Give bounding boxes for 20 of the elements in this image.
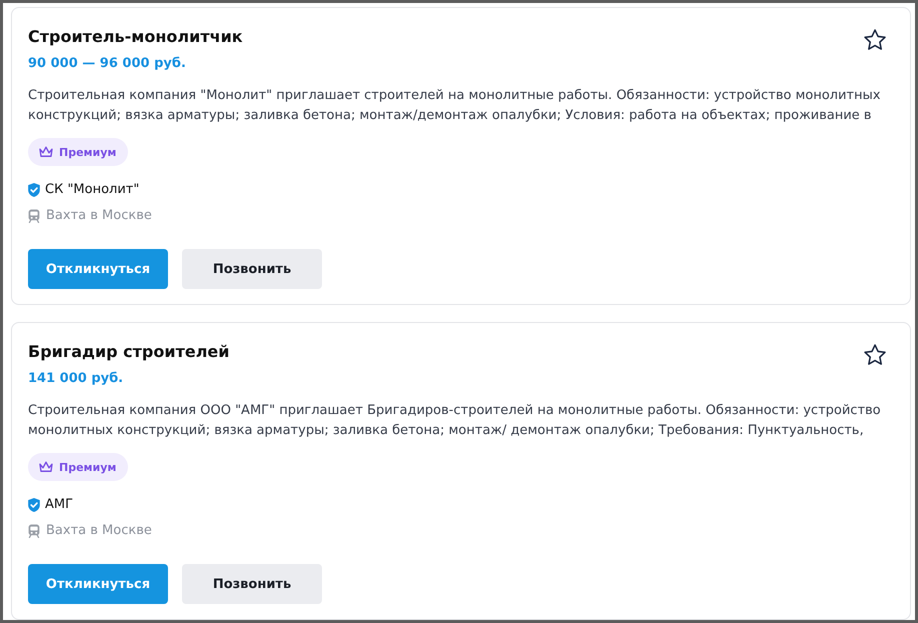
- star-icon[interactable]: [864, 29, 886, 50]
- call-button[interactable]: Позвонить: [182, 564, 322, 604]
- vacancy-title[interactable]: Бригадир строителей: [28, 341, 230, 363]
- vacancy-description: Строительная компания ООО "АМГ" приглашает Бригадиров-строителей на монолитные работы. Обязанности: устройство монолитных конструкций; вязка арматуры; заливка бетона; монтаж/ демонтаж опалубки; Требования: Пунктуальность,: [28, 402, 882, 440]
- call-button[interactable]: Позвонить: [182, 249, 322, 289]
- train-icon: [28, 209, 40, 223]
- location-text: Вахта в Москве: [46, 207, 152, 225]
- salary-text: 141 000 руб.: [28, 370, 124, 388]
- crown-icon: [39, 146, 53, 158]
- crown-icon: [39, 461, 53, 473]
- company-name[interactable]: СК "Монолит": [45, 180, 140, 200]
- badge-label: Премиум: [59, 460, 116, 474]
- salary-text: 90 000 — 96 000 руб.: [28, 55, 186, 73]
- badge-label: Премиум: [59, 146, 116, 158]
- star-icon[interactable]: [864, 344, 886, 365]
- company-name[interactable]: АМГ: [45, 495, 74, 515]
- location-text: Вахта в Москве: [46, 522, 152, 540]
- vacancy-title[interactable]: Строитель-монолитчик: [28, 26, 243, 48]
- train-icon: [28, 524, 40, 538]
- vacancy-description: Строительная компания "Монолит" приглашает строителей на монолитные работы. Обязанности: устройство монолитных конструкций; вязка арматуры; заливка бетона; монтаж/демонтаж опалубки; Условия: работа на объектах; проживание в: [28, 87, 882, 125]
